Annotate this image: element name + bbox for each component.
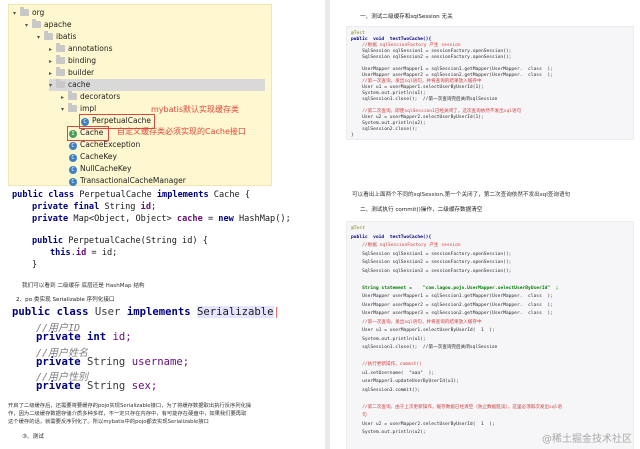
tree-item-label: impl (80, 104, 97, 113)
code-line: @Test (351, 226, 365, 231)
code-line: //根据 sqlSessionFactory 产生 session (351, 243, 461, 248)
tree-item-cachekey[interactable]: C CacheKey (69, 151, 117, 163)
watermark: @稀土掘金技术社区 (542, 434, 632, 445)
code-line: sqlSession1.close(); //第一次查询完后关闭sqlSessi… (351, 345, 498, 350)
heading-test: ③、测试 (22, 434, 44, 440)
tree-item-label: CacheKey (80, 152, 117, 161)
tree-item-label: TransactionalCacheManager (80, 176, 186, 185)
annotation-cache: 自定义缓存类必须实现的Cache接口 (117, 127, 246, 136)
tree-item-label: binding (68, 56, 96, 65)
tree-item-decorators[interactable]: ▸ decorators (61, 91, 120, 103)
code-line: User u2 = userMapper2.selectUserByUserId… (351, 421, 495, 427)
folder-icon (68, 103, 77, 112)
code-line: UserMapper userMapper2 = sqlSession2.get… (351, 302, 553, 308)
code-line: UserMapper userMapper1 = sqlSession1.get… (351, 294, 553, 299)
tree-item-nullcachekey[interactable]: C NullCacheKey (69, 163, 131, 175)
paragraph-result: 可以看出上面两个不同的sqlSession,第一个关闭了，第二次查询依然不发出s… (352, 192, 571, 198)
class-icon: C (69, 166, 77, 174)
heading-test-commit: 二、测试执行 commit()操作，二级缓存数据清空 (360, 207, 483, 213)
tree-item-apache[interactable]: ▾ apache (25, 19, 71, 31)
code-line: //第一次查询，发出sql语句，并将查询的结果放入缓存中 (351, 319, 482, 325)
folder-icon (32, 19, 41, 28)
tree-item-builder[interactable]: ▸ builder (49, 67, 94, 79)
tree-item-label: builder (68, 68, 95, 77)
code-line: SqlSession sqlSession3 = sessionFactory.… (351, 268, 512, 274)
heading-test-sqlsession: 一、测试二级缓存和sqlSession 无关 (360, 14, 453, 20)
code-line: SqlSession sqlSession2 = sessionFactory.… (351, 55, 512, 60)
paragraph-hashmap: 我们可以看到 二级缓存 底层还是 HashMap 结构 (22, 283, 145, 289)
chevron-down-icon[interactable]: ▾ (13, 8, 20, 20)
folder-icon (56, 55, 65, 64)
folder-icon (56, 67, 65, 76)
class-icon: C (69, 142, 77, 150)
code-line: sqlSession3.commit(); (351, 387, 421, 393)
highlight-box-cache (67, 126, 109, 141)
code-line: public void testTwoCache(){ (351, 234, 432, 240)
code-line: } (32, 260, 38, 270)
code-line: sqlSession1.close(); //第一次查询完后关闭sqlSessi… (351, 97, 498, 102)
code-line: String statement = "com.lagou.pojo.UserM… (351, 285, 559, 291)
tree-item-org[interactable]: ▾ org (13, 7, 44, 19)
code-line: private String username; (36, 356, 190, 368)
folder-icon (68, 91, 77, 100)
project-tree: ▾ org ▾ apache ▾ ibatis ▸ annotations ▸ bindi… (8, 4, 272, 186)
chevron-down-icon[interactable]: ▾ (61, 104, 68, 116)
folder-icon (44, 31, 53, 40)
paragraph-serializable-1: 开启了二级缓存后，还需要将要缓存的pojo实现Serializable接口，为了… (8, 403, 252, 409)
code-line: sqlSession2.close(); (351, 127, 418, 132)
code-line: private Map<Object, Object> cache = new … (32, 214, 291, 224)
code-line: System.out.println(u2); (351, 430, 426, 435)
code-block-test-1: @Test public void testTwoCache(){ //根据 sq… (346, 26, 634, 140)
code-line: this.id = id; (50, 248, 118, 258)
folder-icon (20, 7, 29, 16)
chevron-down-icon[interactable]: ▾ (25, 20, 32, 32)
folder-icon (56, 43, 65, 52)
code-line: //执行更新操作，commit() (351, 362, 422, 367)
code-line: private int id; (36, 331, 132, 343)
class-icon: C (69, 154, 77, 162)
code-line: } (351, 133, 354, 138)
right-page: 一、测试二级缓存和sqlSession 无关 @Test public void … (330, 0, 640, 449)
code-line: userMapper3.updateUserByUserId(u1); (351, 379, 459, 384)
tree-item-annotations[interactable]: ▸ annotations (49, 43, 113, 55)
tree-item-label: org (32, 8, 45, 17)
code-line: private final String id; (32, 202, 157, 212)
code-line: 句 (351, 413, 367, 418)
code-line: public class User implements Serializabl… (12, 306, 280, 318)
code-line: u1.setUsername( "aaa" ); (351, 370, 434, 376)
tree-item-label: apache (44, 20, 72, 29)
tree-item-label: cache (68, 80, 91, 89)
code-line: private String sex; (36, 380, 158, 392)
code-line: UserMapper userMapper3 = sqlSession2.get… (351, 311, 553, 316)
code-line: public PerpetualCache(String id) { (32, 236, 208, 246)
chevron-down-icon[interactable]: ▾ (49, 80, 56, 92)
tree-item-label: NullCacheKey (80, 164, 132, 173)
tree-item-label: CacheException (80, 140, 141, 149)
left-page: ▾ org ▾ apache ▾ ibatis ▸ annotations ▸ bindi… (0, 0, 325, 449)
annotation-perpetualcache: mybatis默认实现缓存类 (151, 105, 240, 114)
class-icon: C (69, 178, 77, 186)
paragraph-serializable-2: 作，因为二级缓存数据存储介质多种多样，不一定只存在内存中，有可能存在硬盘中，如果… (8, 411, 247, 417)
code-line: SqlSession sqlSession1 = sessionFactory.… (351, 251, 512, 257)
tree-item-transactionalcachemanager[interactable]: C TransactionalCacheManager (69, 175, 186, 187)
paragraph-serializable-3: 这个缓存的话，就需要反序列化了。所以mybatis中的pojo都去实现Seria… (8, 419, 209, 425)
code-block-test-2: @Test public void testTwoCache(){ //根据 sq… (346, 221, 634, 449)
tree-item-label: decorators (80, 92, 121, 101)
code-line: SqlSession sqlSession2 = sessionFactory.… (351, 260, 512, 265)
code-line: User u1 = userMapper1.selectUserByUserId… (351, 328, 495, 333)
tree-item-ibatis[interactable]: ▾ ibatis (37, 31, 76, 43)
chevron-down-icon[interactable]: ▾ (37, 32, 44, 44)
code-line: //第二次查询，由于上次更新操作，缓存数据已经清空（防止数据脏读），这里必须再次… (351, 404, 562, 410)
code-line: System.out.println(u1); (351, 336, 426, 342)
heading-serializable: 2、po 类实现 Serializable 序列化接口 (16, 297, 115, 303)
tree-item-binding[interactable]: ▸ binding (49, 55, 96, 67)
tree-item-cache[interactable]: ▾ cache (49, 79, 265, 91)
tree-item-label: ibatis (56, 32, 77, 41)
tree-item-label: annotations (68, 44, 113, 53)
folder-icon (56, 79, 65, 88)
code-line: public class PerpetualCache implements C… (12, 190, 251, 200)
